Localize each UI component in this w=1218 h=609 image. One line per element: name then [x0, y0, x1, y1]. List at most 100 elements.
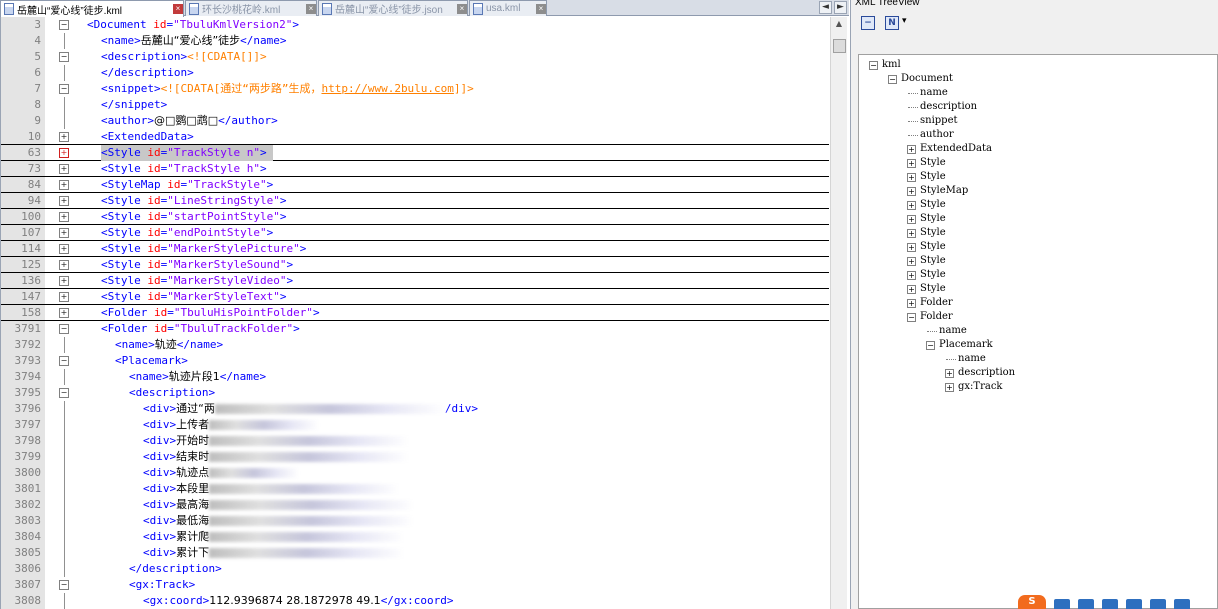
close-tab-icon[interactable]: ×: [457, 3, 467, 14]
ime-voice-icon[interactable]: [1102, 599, 1118, 609]
code-line[interactable]: 3803 <div>最低海: [1, 513, 829, 529]
fold-expand-icon[interactable]: +: [59, 228, 69, 238]
tab-4[interactable]: usa.kml ×: [469, 0, 547, 16]
fold-expand-icon[interactable]: +: [59, 276, 69, 286]
fold-expand-icon[interactable]: +: [59, 180, 69, 190]
tree-node[interactable]: + Style: [907, 198, 946, 212]
ime-tools-icon[interactable]: [1174, 599, 1190, 609]
code-line[interactable]: 114 + <Style id="MarkerStylePicture">: [1, 241, 829, 257]
fold-expand-icon[interactable]: +: [59, 292, 69, 302]
tree-node[interactable]: + Style: [907, 156, 946, 170]
tree-expand-icon[interactable]: +: [907, 215, 916, 224]
code-line[interactable]: 8 </snippet>: [1, 97, 829, 113]
code-line[interactable]: 3794 <name>轨迹片段1</name>: [1, 369, 829, 385]
fold-expand-icon[interactable]: +: [59, 260, 69, 270]
tree-expand-icon[interactable]: +: [907, 173, 916, 182]
scroll-up-icon[interactable]: ▲: [833, 19, 845, 33]
ime-lang-icon[interactable]: [1054, 599, 1070, 609]
code-line[interactable]: 3798 <div>开始时: [1, 433, 829, 449]
tree-node[interactable]: − Folder: [907, 310, 953, 324]
code-line[interactable]: 3791 − <Folder id="TbuluTrackFolder">: [1, 321, 829, 337]
tree-expand-icon[interactable]: +: [907, 229, 916, 238]
collapse-all-button[interactable]: −: [861, 16, 875, 30]
code-line[interactable]: 3795 − <description>: [1, 385, 829, 401]
tab-3[interactable]: 岳麓山“爱心线”徒步.json ×: [318, 0, 468, 16]
tree-node[interactable]: author: [908, 128, 954, 142]
fold-collapse-icon[interactable]: −: [59, 388, 69, 398]
tab-scroll-right-button[interactable]: ►: [834, 1, 847, 14]
code-line[interactable]: 3797 <div>上传者: [1, 417, 829, 433]
tree-expand-icon[interactable]: +: [907, 243, 916, 252]
code-line[interactable]: 9 <author>@□鹦□鹉□</author>: [1, 113, 829, 129]
tree-node[interactable]: − kml: [869, 58, 901, 72]
tree-node[interactable]: name: [946, 352, 986, 366]
code-line[interactable]: 3808 <gx:coord>112.9396874 28.1872978 49.…: [1, 593, 829, 609]
tree-expand-icon[interactable]: +: [907, 187, 916, 196]
tree-expand-icon[interactable]: +: [907, 257, 916, 266]
ime-toolbar[interactable]: S: [1016, 595, 1218, 609]
code-line[interactable]: 3792 <name>轨迹</name>: [1, 337, 829, 353]
fold-collapse-icon[interactable]: −: [59, 356, 69, 366]
code-line[interactable]: 136 + <Style id="MarkerStyleVideo">: [1, 273, 829, 289]
code-line[interactable]: 3806 </description>: [1, 561, 829, 577]
fold-collapse-icon[interactable]: −: [59, 52, 69, 62]
code-editor[interactable]: 3 − <Document id="TbuluKmlVersion2"> 4 <name…: [0, 17, 847, 609]
scroll-thumb[interactable]: [833, 39, 846, 53]
code-line[interactable]: 6 </description>: [1, 65, 829, 81]
tree-node[interactable]: − Document: [888, 72, 953, 86]
fold-expand-icon[interactable]: +: [59, 308, 69, 318]
code-line[interactable]: 94 + <Style id="LineStringStyle">: [1, 193, 829, 209]
code-line[interactable]: 3793 − <Placemark>: [1, 353, 829, 369]
node-type-button[interactable]: N: [885, 16, 899, 30]
code-line[interactable]: 3804 <div>累计爬: [1, 529, 829, 545]
code-line[interactable]: 158 + <Folder id="TbuluHisPointFolder">: [1, 305, 829, 321]
fold-expand-icon[interactable]: +: [59, 148, 69, 158]
tree-node[interactable]: name: [927, 324, 967, 338]
tree-expand-icon[interactable]: +: [945, 383, 954, 392]
code-line[interactable]: 147 + <Style id="MarkerStyleText">: [1, 289, 829, 305]
tree-node[interactable]: − Placemark: [926, 338, 993, 352]
tree-collapse-icon[interactable]: −: [926, 341, 935, 350]
tree-node[interactable]: + Style: [907, 282, 946, 296]
code-line[interactable]: 3805 <div>累计下: [1, 545, 829, 561]
tree-collapse-icon[interactable]: −: [888, 75, 897, 84]
code-line[interactable]: 107 + <Style id="endPointStyle">: [1, 225, 829, 241]
code-line[interactable]: 63 + <Style id="TrackStyle n">: [1, 145, 829, 161]
code-line[interactable]: 73 + <Style id="TrackStyle h">: [1, 161, 829, 177]
code-line[interactable]: 3807 − <gx:Track>: [1, 577, 829, 593]
tree-node[interactable]: description: [908, 100, 977, 114]
tree-expand-icon[interactable]: +: [907, 159, 916, 168]
code-line[interactable]: 3799 <div>结束时: [1, 449, 829, 465]
tree-expand-icon[interactable]: +: [907, 285, 916, 294]
fold-collapse-icon[interactable]: −: [59, 324, 69, 334]
tree-node[interactable]: name: [908, 86, 948, 100]
tree-node[interactable]: + ExtendedData: [907, 142, 992, 156]
code-line[interactable]: 125 + <Style id="MarkerStyleSound">: [1, 257, 829, 273]
tree-node[interactable]: snippet: [908, 114, 958, 128]
code-line[interactable]: 3796 <div>通过“两/div>: [1, 401, 829, 417]
tree-node[interactable]: + Folder: [907, 296, 953, 310]
sogou-logo-icon[interactable]: S: [1018, 595, 1046, 609]
fold-expand-icon[interactable]: +: [59, 132, 69, 142]
code-line[interactable]: 3801 <div>本段里: [1, 481, 829, 497]
close-tab-icon[interactable]: ×: [173, 4, 183, 14]
tree-node[interactable]: + Style: [907, 254, 946, 268]
fold-collapse-icon[interactable]: −: [59, 20, 69, 30]
tree-node[interactable]: + StyleMap: [907, 184, 968, 198]
code-line[interactable]: 3800 <div>轨迹点: [1, 465, 829, 481]
tab-1[interactable]: 岳麓山“爱心线”徒步.kml ×: [0, 0, 184, 17]
chevron-down-icon[interactable]: ▾: [902, 16, 907, 26]
code-line[interactable]: 3 − <Document id="TbuluKmlVersion2">: [1, 17, 829, 33]
code-line[interactable]: 5 − <description><![CDATA[]]>: [1, 49, 829, 65]
tab-scroll-left-button[interactable]: ◄: [819, 1, 832, 14]
tree-expand-icon[interactable]: +: [907, 271, 916, 280]
fold-expand-icon[interactable]: +: [59, 244, 69, 254]
tree-node[interactable]: + Style: [907, 268, 946, 282]
tree-node[interactable]: + Style: [907, 240, 946, 254]
code-line[interactable]: 100 + <Style id="startPointStyle">: [1, 209, 829, 225]
ime-keyboard-icon[interactable]: [1126, 599, 1142, 609]
code-line[interactable]: 4 <name>岳麓山“爱心线”徒步</name>: [1, 33, 829, 49]
tree-collapse-icon[interactable]: −: [869, 61, 878, 70]
code-line[interactable]: 10 + <ExtendedData>: [1, 129, 829, 145]
ime-skin-icon[interactable]: [1150, 599, 1166, 609]
